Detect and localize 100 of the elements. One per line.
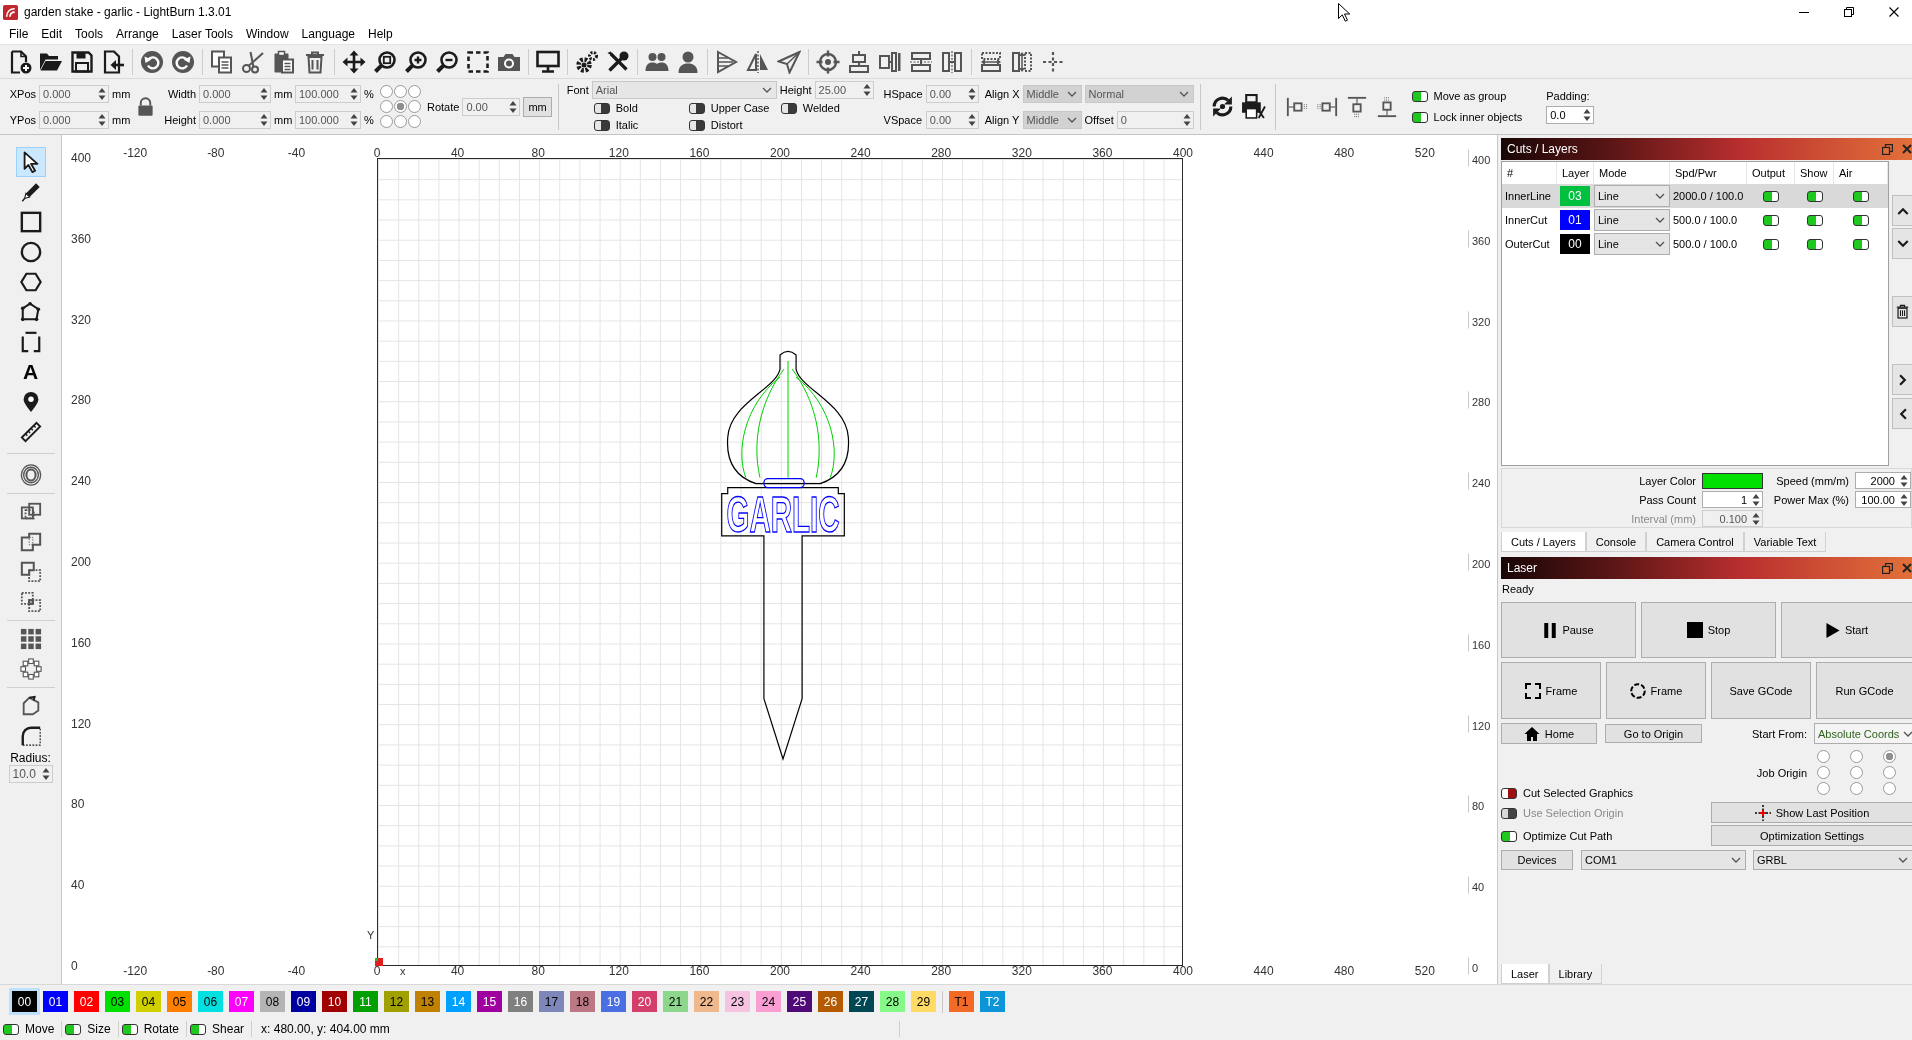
layer-color-button[interactable]: 13 — [415, 991, 440, 1012]
pencil-icon[interactable] — [19, 181, 42, 203]
origin-radio[interactable] — [394, 100, 407, 113]
job-origin-radio[interactable] — [1883, 782, 1896, 795]
garlic-lettering[interactable]: GARLIC — [726, 487, 840, 543]
toggle-switch[interactable] — [688, 102, 705, 114]
ellipse-icon[interactable] — [19, 241, 42, 263]
layer-color-button[interactable]: 05 — [167, 991, 192, 1012]
zoom-out-icon[interactable] — [435, 49, 459, 74]
stop-icon[interactable] — [1686, 622, 1703, 638]
units-button[interactable]: mm — [523, 96, 552, 117]
clove-line[interactable] — [756, 368, 785, 479]
padding-field[interactable]: 0.0 — [1546, 105, 1595, 124]
toggle-switch[interactable] — [1411, 111, 1428, 123]
job-origin-radio[interactable] — [1850, 766, 1863, 779]
layer-color-swatch[interactable] — [1702, 472, 1763, 489]
menu-item[interactable]: Language — [301, 27, 355, 41]
home-button[interactable]: Home — [1501, 723, 1597, 744]
redo-icon[interactable] — [171, 49, 195, 74]
layer-color-button[interactable]: 12 — [384, 991, 409, 1012]
power-max-field[interactable]: 100.00 — [1855, 491, 1911, 508]
garlic-bulb-outline[interactable] — [726, 350, 850, 485]
panel-tab[interactable]: Library — [1548, 964, 1603, 984]
run-gcode-button[interactable]: Run GCode — [1816, 662, 1912, 719]
save-gcode-button[interactable]: Save GCode — [1711, 662, 1811, 719]
stop-button[interactable]: Stop — [1641, 602, 1776, 658]
layer-color-button[interactable]: 23 — [725, 991, 750, 1012]
wrench-screwdriver-icon[interactable] — [606, 49, 630, 74]
devices-button[interactable]: Devices — [1501, 849, 1573, 870]
chevron-right-icon[interactable] — [1898, 373, 1907, 386]
crosshair-icon[interactable] — [816, 49, 840, 74]
layer-color-button[interactable]: 16 — [508, 991, 533, 1012]
layer-row[interactable]: InnerLine 03 Line 2000.0 / 100.0 — [1502, 184, 1888, 208]
origin-radio[interactable] — [408, 85, 421, 98]
paste-icon[interactable] — [272, 49, 296, 74]
toggle-switch[interactable] — [190, 1023, 207, 1035]
layer-color-button[interactable]: 25 — [787, 991, 812, 1012]
origin-radio[interactable] — [380, 100, 393, 113]
grid-array-icon[interactable] — [19, 628, 42, 650]
layer-color-button[interactable]: T1 — [949, 991, 974, 1012]
printer-scissors-icon[interactable] — [1240, 94, 1266, 119]
panel-tab[interactable]: Cuts / Layers — [1501, 532, 1586, 552]
align-left-icon[interactable] — [1285, 95, 1308, 118]
job-origin-radio[interactable] — [1850, 750, 1863, 763]
distribute-horizontal-icon[interactable] — [940, 49, 964, 74]
polyline-nodes-icon[interactable] — [19, 301, 42, 323]
controller-dropdown[interactable]: GRBL — [1753, 849, 1912, 870]
float-window-icon[interactable] — [1882, 562, 1893, 574]
menu-item[interactable]: Window — [245, 27, 289, 41]
stake-outline[interactable] — [721, 487, 845, 761]
origin-radio[interactable] — [394, 85, 407, 98]
zoom-in-icon[interactable] — [404, 49, 428, 74]
close-icon[interactable] — [1889, 7, 1899, 17]
panel-tab[interactable]: Console — [1585, 532, 1647, 552]
align-top-icon[interactable] — [1345, 95, 1368, 118]
trash-icon[interactable] — [303, 49, 327, 74]
toggle-switch[interactable] — [1763, 190, 1779, 202]
origin-radio[interactable] — [408, 115, 421, 128]
layer-color-button[interactable]: 09 — [291, 991, 316, 1012]
dashed-circle-icon[interactable] — [1629, 682, 1646, 699]
toggle-switch[interactable] — [65, 1023, 82, 1035]
menu-item[interactable]: Laser Tools — [171, 27, 233, 41]
caret-icon[interactable] — [1898, 856, 1908, 863]
align-bottom-icon[interactable] — [1375, 95, 1398, 118]
pass-count-field[interactable]: 1 — [1702, 491, 1763, 508]
layer-color-button[interactable]: 17 — [539, 991, 564, 1012]
copy-icon[interactable] — [210, 49, 234, 74]
toggle-switch[interactable] — [780, 102, 797, 114]
striped-triangle-icon[interactable] — [715, 49, 739, 74]
move-layer-up-button[interactable] — [1892, 195, 1912, 226]
text-tool[interactable]: A — [19, 361, 42, 383]
mode-dropdown[interactable]: Line — [1594, 185, 1670, 207]
chevron-up-icon[interactable] — [1896, 206, 1909, 215]
mirror-triangles-icon[interactable] — [746, 49, 770, 74]
pause-icon[interactable] — [1543, 622, 1558, 638]
job-origin-radio[interactable] — [1883, 750, 1896, 763]
move-layer-down-button[interactable] — [1892, 228, 1912, 259]
ruler-icon[interactable] — [19, 421, 42, 443]
circular-array-icon[interactable] — [19, 658, 42, 680]
move-arrows-icon[interactable] — [342, 49, 366, 74]
layer-color-button[interactable]: 01 — [43, 991, 68, 1012]
toggle-switch[interactable] — [1763, 238, 1779, 250]
union-shapes-icon[interactable] — [19, 531, 42, 553]
optimization-settings-button[interactable]: Optimization Settings — [1711, 825, 1912, 846]
dashed-cross-icon[interactable] — [1041, 49, 1065, 74]
layer-color-button[interactable]: 22 — [694, 991, 719, 1012]
layer-row[interactable]: InnerCut 01 Line 500.0 / 100.0 — [1502, 208, 1888, 232]
spinner-arrows-icon[interactable] — [1900, 492, 1908, 507]
padlock-icon[interactable] — [135, 94, 155, 119]
caret-icon[interactable] — [1655, 193, 1665, 199]
layer-color-button[interactable]: 27 — [849, 991, 874, 1012]
layer-color-button[interactable]: 04 — [136, 991, 161, 1012]
settings-icon[interactable] — [575, 49, 599, 74]
toggle-switch[interactable] — [1806, 190, 1823, 202]
caret-icon[interactable] — [1655, 241, 1665, 247]
import-file-icon[interactable] — [101, 49, 125, 74]
job-origin-radio[interactable] — [1817, 782, 1830, 795]
equal-height-icon[interactable] — [1010, 49, 1034, 74]
layer-color-button[interactable]: 06 — [198, 991, 223, 1012]
menu-item[interactable]: Tools — [75, 27, 104, 41]
